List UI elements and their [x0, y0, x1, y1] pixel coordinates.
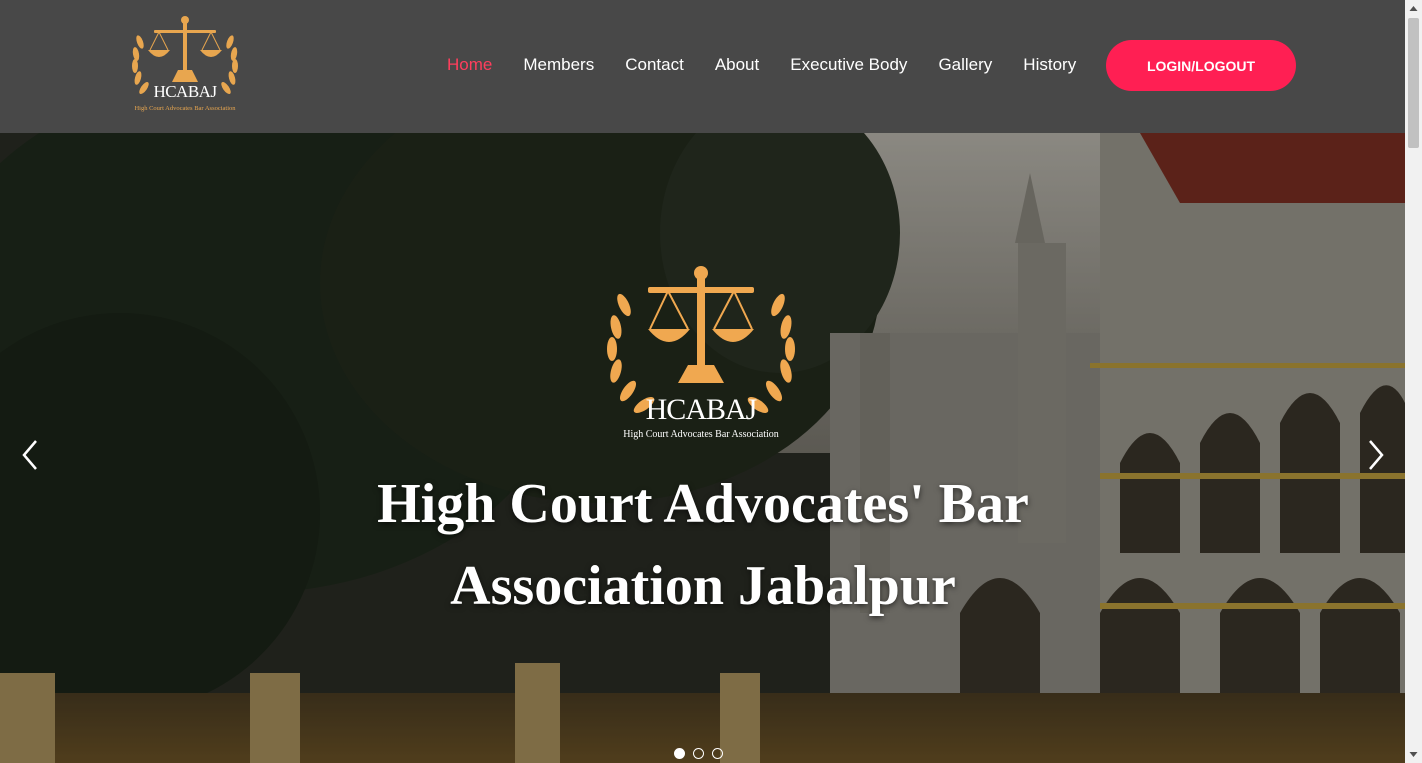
- hero-logo-abbr: HCABAJ: [645, 393, 758, 426]
- nav-home[interactable]: Home: [447, 55, 492, 77]
- nav-contact[interactable]: Contact: [625, 55, 684, 77]
- nav-about[interactable]: About: [715, 55, 759, 77]
- hero-title-line-1: High Court Advocates' Bar: [377, 473, 1029, 535]
- site-logo[interactable]: HCABAJ High Court Advocates Bar Associat…: [126, 14, 244, 118]
- hero-carousel: HCABAJ High Court Advocates Bar Associat…: [0, 133, 1405, 763]
- vertical-scrollbar[interactable]: [1405, 0, 1422, 763]
- carousel-next-button[interactable]: [1360, 435, 1390, 475]
- chevron-left-icon: [22, 440, 37, 470]
- carousel-dot-3[interactable]: [712, 748, 723, 759]
- hero-logo-subtitle: High Court Advocates Bar Association: [623, 429, 779, 440]
- scrollbar-thumb[interactable]: [1408, 18, 1419, 148]
- scroll-up-arrow-icon[interactable]: [1405, 0, 1422, 17]
- scroll-down-arrow-icon[interactable]: [1405, 746, 1422, 763]
- login-logout-button[interactable]: LOGIN/LOGOUT: [1106, 40, 1296, 91]
- nav-members[interactable]: Members: [523, 55, 594, 77]
- nav-history[interactable]: History: [1023, 55, 1076, 77]
- logo-abbr: HCABAJ: [153, 82, 217, 101]
- chevron-right-icon: [1369, 440, 1384, 470]
- carousel-prev-button[interactable]: [16, 435, 46, 475]
- hero-background-image: [0, 133, 1405, 763]
- carousel-indicators: [674, 748, 723, 759]
- carousel-dot-1[interactable]: [674, 748, 685, 759]
- nav-gallery[interactable]: Gallery: [938, 55, 992, 77]
- logo-subtitle: High Court Advocates Bar Association: [134, 105, 236, 112]
- scales-of-justice-icon: [132, 16, 238, 94]
- main-nav: Home Members Contact About Executive Bod…: [447, 55, 1107, 77]
- site-header: HCABAJ High Court Advocates Bar Associat…: [0, 0, 1405, 133]
- carousel-dot-2[interactable]: [693, 748, 704, 759]
- hero-title: High Court Advocates' Bar Association Ja…: [300, 463, 1106, 627]
- hero-title-line-2: Association Jabalpur: [450, 555, 956, 617]
- nav-executive-body[interactable]: Executive Body: [790, 55, 907, 77]
- hero-logo: HCABAJ High Court Advocates Bar Associat…: [596, 265, 806, 445]
